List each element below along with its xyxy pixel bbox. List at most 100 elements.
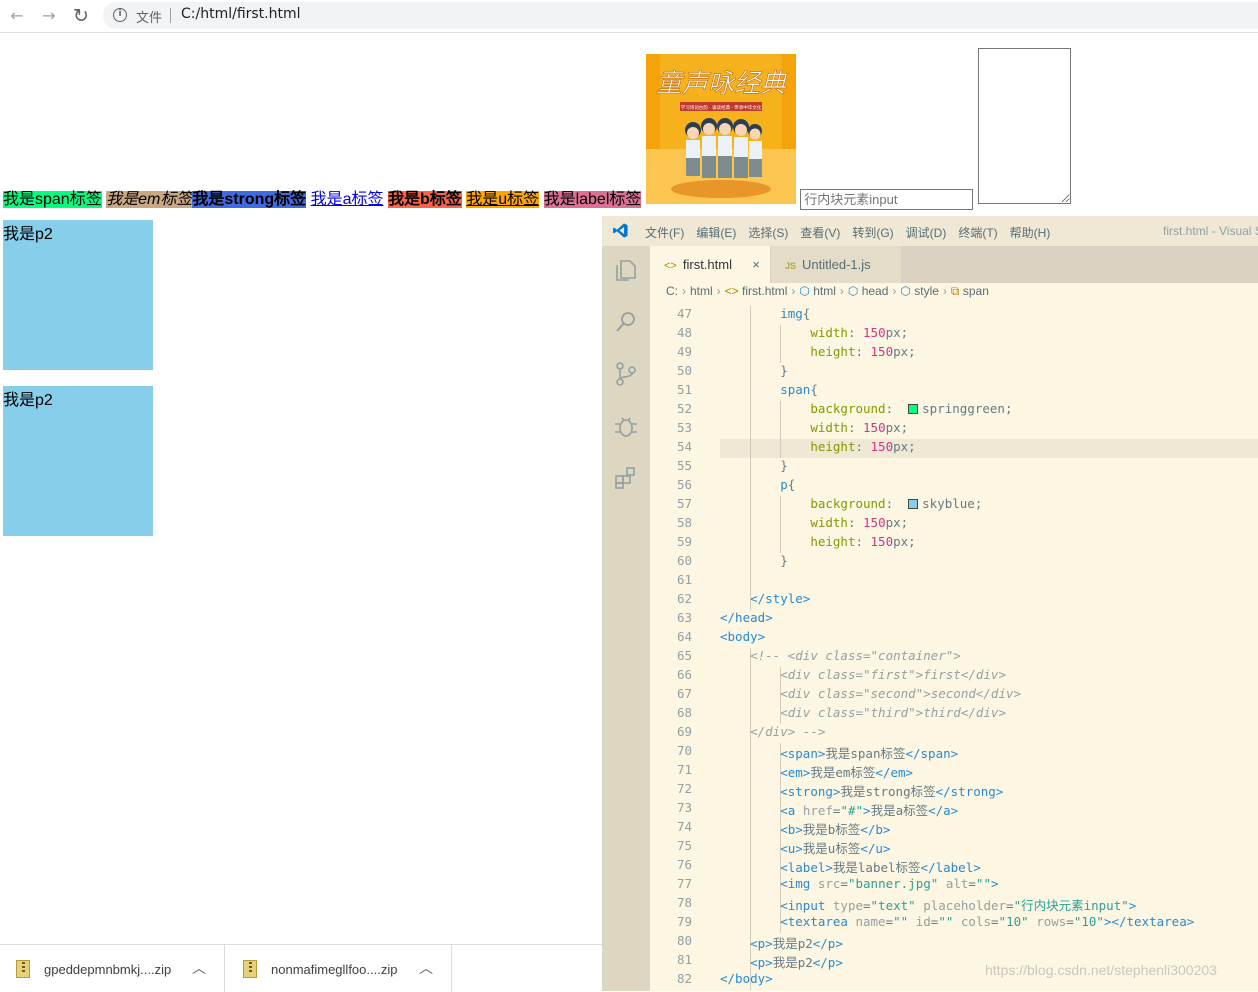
code-line[interactable]: <img src="banner.jpg" alt="">	[720, 876, 998, 891]
code-line[interactable]: <b>我是b标签</b>	[720, 819, 890, 838]
p-block-1: 我是p2	[3, 220, 153, 370]
activity-bar	[602, 246, 650, 991]
b-element: 我是b标签	[387, 191, 462, 208]
code-line[interactable]: <a href="#">我是a标签</a>	[720, 800, 958, 819]
code-line[interactable]: width: 150px;	[720, 325, 908, 340]
extensions-icon[interactable]	[612, 464, 640, 492]
code-line[interactable]: <div class="second">second</div>	[720, 686, 1021, 701]
breadcrumb-item[interactable]: C:	[666, 284, 678, 298]
js-file-icon: JS	[785, 261, 797, 271]
code-line[interactable]: <p>我是p2</p>	[720, 933, 843, 952]
line-number: 65	[676, 648, 692, 663]
reload-icon[interactable]: ↻	[70, 5, 92, 27]
explorer-icon[interactable]	[612, 256, 640, 284]
code-line[interactable]: background: skyblue;	[720, 496, 982, 511]
chevron-up-icon[interactable]: ︿	[419, 958, 433, 978]
menu-selection[interactable]: 选择(S)	[748, 226, 788, 240]
code-line[interactable]: <body>	[720, 629, 765, 644]
a-link[interactable]: 我是a标签	[311, 191, 384, 208]
line-number: 74	[676, 819, 692, 834]
code-line[interactable]: }	[720, 363, 788, 378]
line-number: 59	[676, 534, 692, 549]
line-number: 77	[676, 876, 692, 891]
code-line[interactable]: </body>	[720, 971, 773, 986]
download-filename: gpeddepmnbmkj....zip	[44, 962, 172, 977]
line-number: 53	[676, 420, 692, 435]
code-line[interactable]: <strong>我是strong标签</strong>	[720, 781, 1003, 800]
banner-image: 童声咏经典 学习诗词古韵 · 诵读经典 · 传承中华文化	[645, 54, 796, 204]
menu-view[interactable]: 查看(V)	[800, 226, 840, 240]
line-number: 71	[676, 762, 692, 777]
breadcrumb: C: › html › <> first.html › ⬡ html › ⬡ head › ⬡ st…	[666, 284, 989, 298]
code-line[interactable]: </style>	[720, 591, 810, 606]
code-line[interactable]: img{	[720, 306, 810, 321]
vscode-titlebar: 文件(F) 编辑(E) 选择(S) 查看(V) 转到(G) 调试(D) 终端(T) 帮助(H)…	[602, 216, 1258, 246]
tab-untitled-js[interactable]: JS Untitled-1.js	[771, 246, 901, 283]
code-line[interactable]: }	[720, 553, 788, 568]
code-line[interactable]: <p>我是p2</p>	[720, 952, 843, 971]
tab-label: Untitled-1.js	[802, 257, 871, 272]
line-number: 49	[676, 344, 692, 359]
code-line[interactable]: <input type="text" placeholder="行内块元素inp…	[720, 895, 1136, 914]
code-line[interactable]: p{	[720, 477, 795, 492]
breadcrumb-item[interactable]: head	[862, 284, 889, 298]
menu-edit[interactable]: 编辑(E)	[696, 226, 736, 240]
code-line[interactable]: <label>我是label标签</label>	[720, 857, 981, 876]
breadcrumb-item[interactable]: html	[813, 284, 836, 298]
vscode-logo-icon	[613, 223, 628, 238]
code-line[interactable]: <u>我是u标签</u>	[720, 838, 890, 857]
breadcrumb-item[interactable]: html	[690, 284, 713, 298]
code-line[interactable]: <div class="third">third</div>	[720, 705, 1006, 720]
vscode-window: 文件(F) 编辑(E) 选择(S) 查看(V) 转到(G) 调试(D) 终端(T) 帮助(H)…	[602, 216, 1258, 991]
line-number: 54	[676, 439, 692, 454]
chevron-up-icon[interactable]: ︿	[192, 958, 206, 978]
line-number: 69	[676, 724, 692, 739]
code-line[interactable]: <div class="first">first</div>	[720, 667, 1006, 682]
download-item[interactable]: nonmafimegllfoo....zip ︿	[227, 945, 452, 992]
download-item[interactable]: gpeddepmnbmkj....zip ︿	[0, 945, 225, 992]
code-line[interactable]: width: 150px;	[720, 515, 908, 530]
code-line[interactable]: }	[720, 458, 788, 473]
menu-go[interactable]: 转到(G)	[852, 226, 893, 240]
code-line[interactable]: <span>我是span标签</span>	[720, 743, 958, 762]
line-number: 62	[676, 591, 692, 606]
close-icon[interactable]: ×	[752, 246, 760, 283]
code-line[interactable]: </head>	[720, 610, 773, 625]
breadcrumb-item[interactable]: style	[914, 284, 939, 298]
source-control-icon[interactable]	[612, 360, 640, 388]
zip-file-icon	[243, 960, 257, 978]
code-line[interactable]: <textarea name="" id="" cols="10" rows="…	[720, 914, 1194, 929]
back-arrow-icon[interactable]: ←	[6, 5, 28, 27]
code-line[interactable]: background: springgreen;	[720, 401, 1012, 416]
line-number: 73	[676, 800, 692, 815]
forward-arrow-icon[interactable]: →	[38, 5, 60, 27]
line-number: 66	[676, 667, 692, 682]
search-icon[interactable]	[612, 308, 640, 336]
span-element: 我是span标签	[3, 191, 102, 208]
menu-help[interactable]: 帮助(H)	[1010, 226, 1051, 240]
code-line[interactable]: <!-- <div class="container">	[720, 648, 961, 663]
code-line[interactable]: height: 150px;	[720, 344, 915, 359]
breadcrumb-item[interactable]: span	[963, 284, 989, 298]
code-line[interactable]: </div> -->	[720, 724, 825, 739]
menu-file[interactable]: 文件(F)	[645, 226, 684, 240]
text-input[interactable]	[800, 189, 974, 210]
url-text[interactable]: C:/html/first.html	[181, 6, 301, 22]
browser-toolbar: ← → ↻ i 文件 C:/html/first.html	[0, 0, 1258, 33]
code-line[interactable]: <em>我是em标签</em>	[720, 762, 913, 781]
page-viewport: 我是span标签 我是em标签我是strong标签 我是a标签 我是b标签 我是…	[0, 34, 1071, 944]
menu-debug[interactable]: 调试(D)	[906, 226, 947, 240]
code-line[interactable]: width: 150px;	[720, 420, 908, 435]
line-number: 56	[676, 477, 692, 492]
address-bar[interactable]: i 文件 C:/html/first.html	[103, 2, 1258, 29]
debug-icon[interactable]	[612, 412, 640, 440]
code-line[interactable]: height: 150px;	[720, 534, 915, 549]
code-line[interactable]: span{	[720, 382, 818, 397]
line-number: 79	[676, 914, 692, 929]
menu-terminal[interactable]: 终端(T)	[958, 226, 997, 240]
tab-first-html[interactable]: <> first.html ×	[650, 246, 770, 283]
info-icon[interactable]: i	[113, 8, 127, 22]
textarea-field[interactable]	[977, 48, 1071, 204]
code-line[interactable]: height: 150px;	[720, 439, 915, 454]
breadcrumb-item[interactable]: first.html	[742, 284, 787, 298]
